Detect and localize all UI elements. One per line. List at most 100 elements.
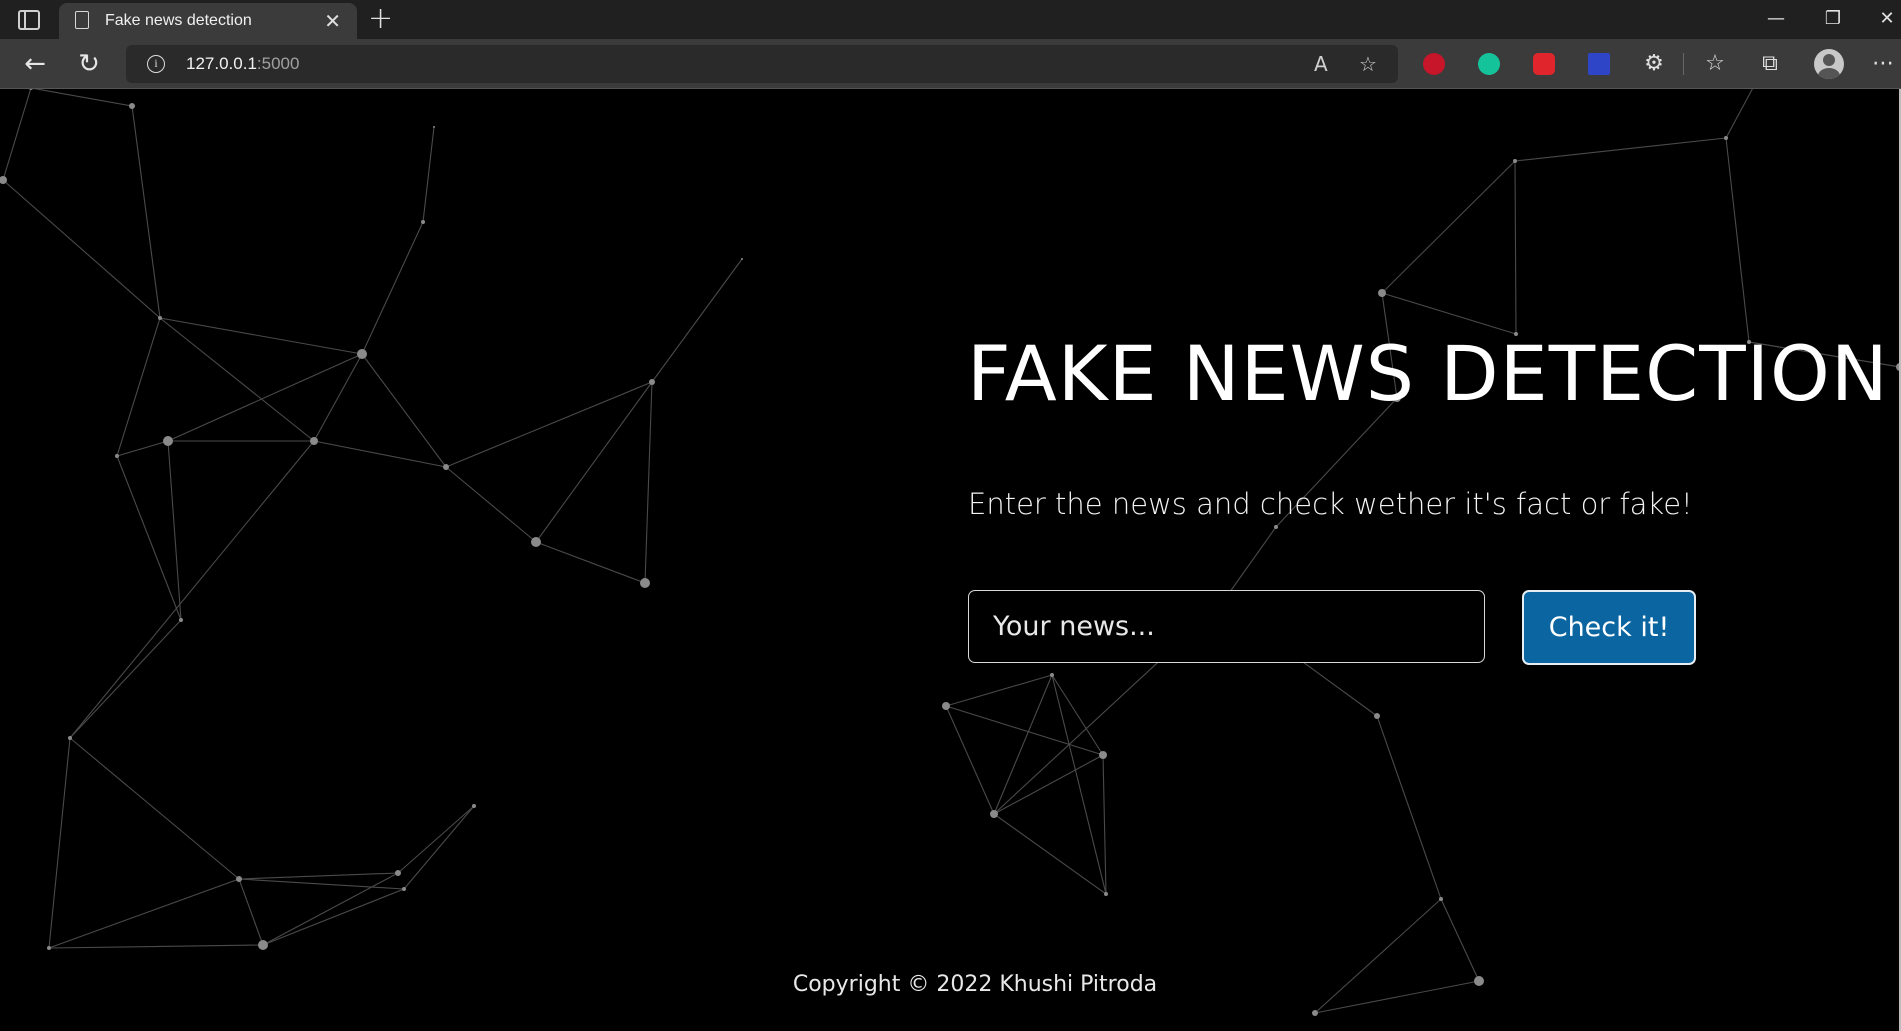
network-line — [361, 221, 424, 355]
browser-toolbar: ← ↻ i 127.0.0.1:5000 A ☆ ⚙ ☆ ⧉ ⋯ — [0, 39, 1901, 89]
network-line — [1381, 292, 1517, 335]
network-line — [48, 737, 71, 949]
network-line — [945, 674, 1053, 707]
page-content: FAKE NEWS DETECTION Enter the news and c… — [0, 89, 1901, 1031]
network-line — [945, 705, 1104, 756]
url-text[interactable]: 127.0.0.1:5000 — [186, 54, 299, 74]
network-node — [942, 702, 950, 710]
adblock-extension-icon[interactable] — [1423, 53, 1445, 75]
network-line — [69, 737, 240, 880]
network-line — [1376, 715, 1442, 900]
network-line — [238, 878, 264, 946]
network-line — [131, 105, 161, 319]
read-aloud-icon[interactable]: A — [1314, 51, 1328, 77]
network-line — [262, 872, 399, 946]
particle-network-background — [0, 89, 1901, 1016]
tab-close-icon[interactable]: ✕ — [324, 9, 341, 33]
extension-icon[interactable]: ⚙ — [1639, 49, 1669, 79]
network-node — [258, 940, 268, 950]
close-window-button[interactable]: ✕ — [1872, 6, 1901, 32]
network-line — [116, 317, 161, 457]
network-node — [1274, 525, 1278, 529]
page-title: FAKE NEWS DETECTION — [967, 329, 1889, 418]
network-line — [1514, 137, 1727, 162]
network-line — [1725, 89, 1753, 139]
info-icon[interactable]: i — [147, 55, 165, 73]
network-node — [421, 220, 425, 224]
profile-icon[interactable] — [1814, 49, 1844, 79]
network-line — [2, 89, 32, 181]
network-line — [167, 353, 363, 442]
network-line — [1514, 160, 1517, 335]
tab-active[interactable]: Fake news detection ✕ — [59, 3, 357, 39]
blue-extension-icon[interactable] — [1588, 53, 1610, 75]
address-bar[interactable]: i 127.0.0.1:5000 A ☆ — [126, 45, 1398, 83]
network-line — [262, 888, 405, 946]
url-host: 127.0.0.1 — [186, 54, 257, 73]
network-line — [397, 805, 475, 874]
browser-window: Fake news detection ✕ + — ❐ ✕ ← ↻ i 127.… — [0, 0, 1901, 1031]
network-line — [238, 872, 399, 880]
network-node — [179, 618, 183, 622]
network-node — [472, 804, 476, 808]
network-node — [163, 436, 173, 446]
network-node — [1374, 713, 1380, 719]
network-line — [945, 705, 995, 815]
network-node — [129, 103, 135, 109]
network-node — [395, 870, 401, 876]
favorite-add-icon[interactable]: ☆ — [1359, 51, 1377, 77]
collections-icon[interactable]: ⧉ — [1755, 49, 1785, 79]
network-node — [47, 946, 51, 950]
page-subtitle: Enter the news and check wether it's fac… — [968, 487, 1693, 521]
tab-strip: Fake news detection ✕ + — ❐ ✕ — [0, 0, 1901, 39]
network-node — [1724, 136, 1728, 140]
network-node — [990, 810, 998, 818]
network-node — [68, 736, 72, 740]
minimize-button[interactable]: — — [1761, 6, 1791, 32]
more-icon[interactable]: ⋯ — [1868, 49, 1898, 79]
network-line — [1051, 674, 1104, 756]
network-line — [993, 674, 1053, 815]
network-line — [69, 440, 315, 739]
network-node — [1312, 1010, 1318, 1016]
favorites-icon[interactable]: ☆ — [1700, 49, 1730, 79]
network-node — [1378, 289, 1386, 297]
tab-title: Fake news detection — [105, 12, 252, 29]
network-node — [649, 379, 655, 385]
network-node — [443, 464, 449, 470]
network-node — [1099, 751, 1107, 759]
grammarly-extension-icon[interactable] — [1478, 53, 1500, 75]
network-node — [433, 126, 435, 128]
network-line — [361, 353, 447, 468]
news-input[interactable] — [968, 590, 1485, 663]
network-node — [310, 437, 318, 445]
network-line — [116, 440, 169, 457]
network-line — [238, 878, 405, 890]
network-node — [29, 89, 33, 90]
document-icon — [75, 11, 89, 29]
restore-button[interactable]: ❐ — [1818, 6, 1848, 32]
back-arrow-icon[interactable]: ← — [18, 47, 52, 81]
network-line — [445, 466, 537, 543]
network-line — [313, 353, 363, 442]
network-line — [1102, 754, 1107, 895]
network-line — [644, 381, 653, 584]
tab-actions-icon[interactable] — [18, 10, 40, 30]
network-node — [236, 876, 242, 882]
network-line — [651, 258, 743, 383]
network-node — [158, 316, 162, 320]
network-node — [640, 578, 650, 588]
check-button[interactable]: Check it! — [1522, 590, 1696, 665]
red-extension-icon[interactable] — [1533, 53, 1555, 75]
refresh-icon[interactable]: ↻ — [72, 47, 106, 81]
network-node — [1513, 159, 1517, 163]
network-line — [48, 944, 264, 949]
network-node — [531, 537, 541, 547]
url-port: :5000 — [256, 54, 300, 73]
network-line — [2, 179, 161, 319]
network-line — [422, 126, 435, 223]
network-line — [1440, 898, 1480, 982]
network-line — [1381, 160, 1516, 294]
new-tab-button[interactable]: + — [368, 3, 393, 35]
copyright-text: Copyright © 2022 Khushi Pitroda — [792, 972, 1158, 997]
